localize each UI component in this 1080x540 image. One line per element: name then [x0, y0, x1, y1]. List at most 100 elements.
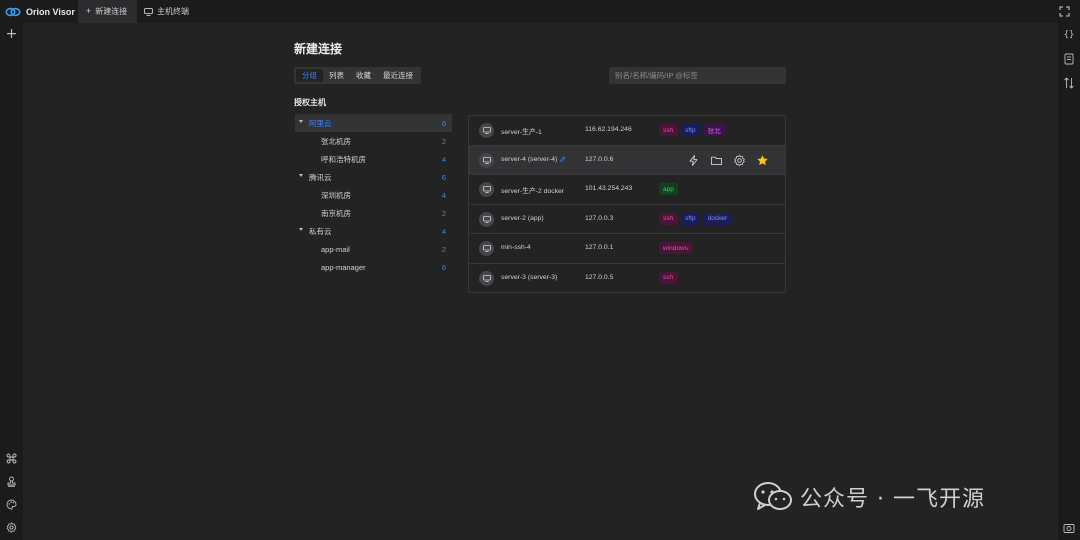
host-row[interactable]: server-生产-2 docker 101.43.254.243 app	[469, 175, 785, 205]
view-mode-tabs: 分组 列表 收藏 最近连接	[294, 67, 421, 84]
host-name: min-ssh-4	[501, 244, 531, 251]
app-name: Orion Visor	[26, 7, 75, 17]
tree-node-tencent[interactable]: 腾讯云 6	[295, 168, 452, 186]
edit-icon[interactable]	[560, 155, 566, 162]
page-title: 新建连接	[294, 42, 343, 56]
orion-logo-icon	[5, 7, 21, 17]
monitor-icon	[482, 156, 491, 164]
tree-node-zhangbei[interactable]: 张北机房 2	[295, 132, 452, 150]
star-icon[interactable]	[756, 154, 769, 167]
plus-icon: +	[86, 6, 92, 16]
monitor-icon	[482, 186, 491, 193]
palette-icon[interactable]	[6, 499, 17, 510]
tab-label: 主机终端	[157, 7, 189, 16]
tab-favorites[interactable]: 收藏	[350, 69, 377, 82]
host-row[interactable]: min-ssh-4 127.0.0.1 windows	[469, 234, 785, 264]
host-count: 4	[441, 226, 446, 236]
host-name: server-3 (server-3)	[501, 273, 558, 281]
lightning-icon[interactable]	[687, 154, 700, 167]
host-tags: windows	[659, 242, 692, 254]
tree-node-nanjing[interactable]: 南京机房 2	[295, 204, 452, 222]
host-name: server-4 (server-4)	[501, 156, 566, 163]
tag: ssh	[659, 271, 678, 284]
monitor-icon	[144, 7, 153, 16]
host-count: 2	[441, 208, 446, 218]
tree-node-app-manager[interactable]: app-manager 6	[295, 258, 452, 276]
watermark-text: 公众号 · 一飞开源	[800, 487, 985, 512]
braces-icon[interactable]: {}	[1063, 29, 1075, 41]
host-ip: 127.0.0.3	[585, 214, 614, 222]
caret-down-icon[interactable]	[299, 120, 303, 123]
host-avatar	[479, 152, 494, 168]
tree-node-aliyun[interactable]: 阿里云 6	[295, 114, 452, 132]
host-ip: 127.0.0.6	[585, 155, 614, 163]
caret-down-icon[interactable]	[299, 228, 303, 231]
tag: ssh	[659, 124, 678, 136]
section-title: 授权主机	[294, 98, 326, 107]
host-group-tree: 阿里云 6 张北机房 2 呼和浩特机房 4 腾讯云 6 深圳机房 4 南京机房 …	[295, 114, 452, 276]
screenshot-icon[interactable]	[1063, 522, 1075, 534]
transfer-icon[interactable]	[1063, 77, 1075, 89]
gear-icon[interactable]	[6, 522, 17, 533]
tag: windows	[659, 242, 692, 254]
host-avatar	[479, 270, 494, 286]
host-ip: 127.0.0.1	[585, 244, 614, 251]
host-name: server-生产-1	[501, 129, 542, 136]
host-name: server-2 (app)	[501, 214, 544, 222]
host-count: 6	[441, 118, 446, 128]
snippet-icon[interactable]	[1063, 53, 1075, 65]
tree-node-shenzhen[interactable]: 深圳机房 4	[295, 186, 452, 204]
gear-icon[interactable]	[733, 154, 746, 167]
tab-recent[interactable]: 最近连接	[377, 69, 419, 82]
host-ip: 116.62.194.246	[585, 126, 632, 133]
host-count: 2	[441, 244, 446, 254]
plus-icon[interactable]: +	[6, 27, 18, 41]
host-row[interactable]: server-4 (server-4) 127.0.0.6	[469, 145, 785, 175]
tab-new-connection[interactable]: + 新建连接	[78, 0, 137, 23]
host-avatar	[479, 241, 494, 256]
monitor-icon	[482, 215, 491, 223]
tag: app	[659, 183, 678, 195]
monitor-icon	[482, 127, 491, 134]
monitor-icon	[482, 245, 491, 252]
tag: 张北	[703, 124, 725, 136]
host-row[interactable]: server-2 (app) 127.0.0.3 ssh sftp docker	[469, 205, 785, 234]
command-icon[interactable]	[6, 453, 17, 464]
host-name: server-生产-2 docker	[501, 188, 565, 195]
fullscreen-icon[interactable]	[1059, 6, 1070, 17]
folder-icon[interactable]	[710, 154, 723, 167]
tab-host-terminal[interactable]: 主机终端	[136, 0, 197, 23]
host-count: 2	[441, 136, 446, 146]
host-tags: app	[659, 183, 678, 195]
left-sidebar: +	[0, 23, 23, 540]
search-input[interactable]	[615, 71, 780, 80]
host-actions	[687, 154, 769, 167]
host-ip: 101.43.254.243	[585, 185, 633, 192]
app-logo: Orion Visor	[5, 5, 75, 19]
stamp-icon[interactable]	[6, 476, 17, 487]
host-list: server-生产-1 116.62.194.246 ssh sftp 张北 s…	[468, 115, 786, 293]
host-row[interactable]: server-3 (server-3) 127.0.0.5 ssh	[469, 264, 785, 294]
tag: sftp	[681, 212, 700, 225]
host-tags: ssh sftp 张北	[659, 124, 725, 136]
tab-label: 新建连接	[95, 7, 128, 16]
host-tags: ssh sftp docker	[659, 212, 732, 225]
host-search	[609, 67, 786, 84]
caret-down-icon[interactable]	[299, 174, 303, 177]
host-avatar	[479, 182, 494, 197]
tab-group[interactable]: 分组	[296, 69, 323, 82]
tree-node-private-cloud[interactable]: 私有云 4	[295, 222, 452, 240]
host-count: 4	[441, 190, 446, 200]
tree-node-hohhot[interactable]: 呼和浩特机房 4	[295, 150, 452, 168]
host-count: 4	[441, 154, 446, 164]
wechat-icon	[754, 482, 792, 510]
tag: sftp	[681, 124, 700, 136]
host-avatar	[479, 123, 494, 138]
host-row[interactable]: server-生产-1 116.62.194.246 ssh sftp 张北	[469, 116, 785, 146]
tab-list[interactable]: 列表	[323, 69, 350, 82]
right-sidebar: {}	[1058, 23, 1080, 540]
watermark: 公众号 · 一飞开源	[752, 478, 985, 516]
host-count: 6	[441, 262, 446, 272]
host-avatar	[479, 211, 494, 227]
tree-node-app-mail[interactable]: app-mail 2	[295, 240, 452, 258]
